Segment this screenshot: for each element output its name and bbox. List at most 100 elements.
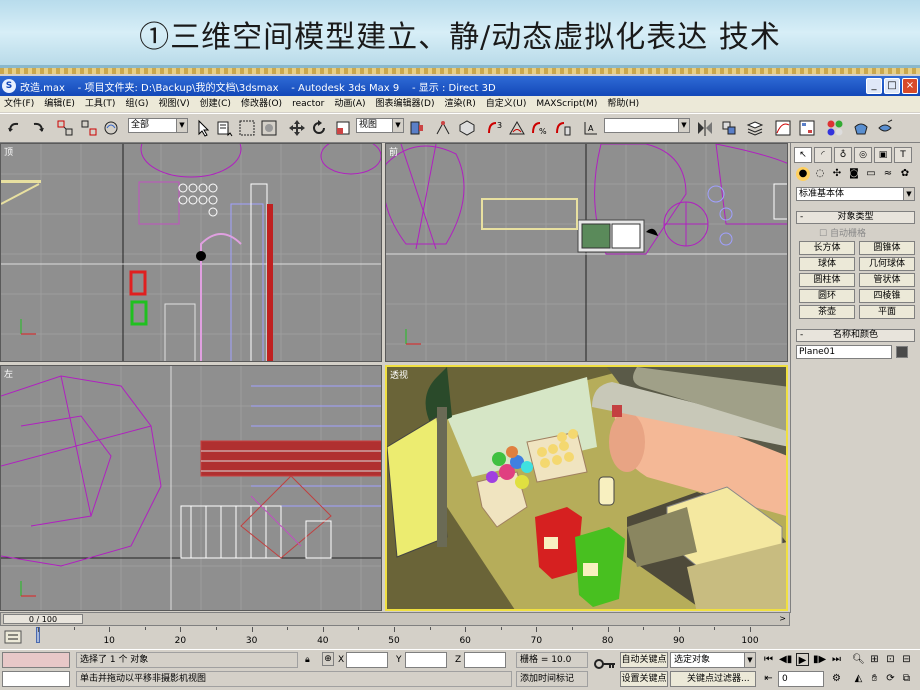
rect-region-icon[interactable] <box>238 119 256 137</box>
bind-spacewarp-icon[interactable] <box>102 119 120 137</box>
menu-reactor[interactable]: reactor <box>292 96 324 112</box>
play-icon[interactable]: ▶ <box>796 653 809 666</box>
named-selection-dropdown[interactable]: ▼ <box>604 118 690 133</box>
next-frame-icon[interactable]: ▮▶ <box>813 653 826 666</box>
align-icon[interactable] <box>720 119 738 137</box>
select-by-name-icon[interactable] <box>216 119 234 137</box>
menu-maxscript[interactable]: MAXScript(M) <box>536 96 597 112</box>
create-tab-icon[interactable]: ↖ <box>794 147 812 163</box>
menu-file[interactable]: 文件(F) <box>4 96 34 112</box>
autogrid-checkbox[interactable]: ☐ 自动栅格 <box>819 226 920 239</box>
zoom-extents-icon[interactable]: ⊡ <box>884 653 897 666</box>
schematic-icon[interactable] <box>798 119 816 137</box>
maxscript-listener-mini[interactable] <box>2 652 70 668</box>
previous-frame-icon[interactable]: ◀▮ <box>779 653 792 666</box>
viewport-front[interactable]: 前 <box>385 143 788 362</box>
selection-filter-dropdown[interactable]: 全部 ▼ <box>128 118 188 133</box>
set-key-icon[interactable] <box>594 658 616 670</box>
mini-curve-editor-icon[interactable] <box>4 630 22 644</box>
maximize-button[interactable]: □ <box>884 78 900 94</box>
motion-tab-icon[interactable]: ◎ <box>854 147 872 163</box>
zoom-all-icon[interactable]: ⊞ <box>868 653 881 666</box>
menu-help[interactable]: 帮助(H) <box>607 96 639 112</box>
absolute-mode-icon[interactable]: ⊕ <box>322 652 334 666</box>
teapot-button[interactable]: 茶壶 <box>799 305 855 319</box>
menu-modifiers[interactable]: 修改器(O) <box>241 96 282 112</box>
time-slider-thumb[interactable]: 0 / 100 <box>3 614 83 624</box>
rotate-icon[interactable] <box>310 119 328 137</box>
keyboard-shortcut-icon[interactable] <box>458 119 476 137</box>
maxscript-input-mini[interactable] <box>2 671 70 687</box>
plane-button[interactable]: 平面 <box>859 305 915 319</box>
spacewarps-icon[interactable]: ≈ <box>881 167 895 181</box>
edit-named-sel-icon[interactable]: A <box>582 119 600 137</box>
3dsmax-app-icon[interactable]: S <box>2 79 16 93</box>
key-filters-button[interactable]: 关键点过滤器... <box>670 671 756 687</box>
cone-button[interactable]: 圆锥体 <box>859 241 915 255</box>
minimize-button[interactable]: _ <box>866 78 882 94</box>
field-of-view-icon[interactable]: ◭ <box>852 672 865 685</box>
menu-edit[interactable]: 编辑(E) <box>44 96 75 112</box>
torus-button[interactable]: 圆环 <box>799 289 855 303</box>
zoom-icon[interactable]: 🔍︎ <box>852 653 865 666</box>
menu-rendering[interactable]: 渲染(R) <box>444 96 475 112</box>
object-name-input[interactable]: Plane01 <box>796 345 892 359</box>
curve-editor-icon[interactable] <box>774 119 792 137</box>
viewport-label[interactable]: 透视 <box>390 368 408 381</box>
set-key-button[interactable]: 设置关键点 <box>620 671 668 687</box>
pyramid-button[interactable]: 四棱锥 <box>859 289 915 303</box>
viewport-perspective[interactable]: 透视 <box>385 365 788 611</box>
pan-icon[interactable]: ✋︎ <box>868 672 881 685</box>
select-link-icon[interactable] <box>56 119 74 137</box>
cylinder-button[interactable]: 圆柱体 <box>799 273 855 287</box>
menu-animation[interactable]: 动画(A) <box>334 96 365 112</box>
select-icon[interactable] <box>194 119 212 137</box>
goto-end-icon[interactable]: ⏭ <box>830 653 843 666</box>
cameras-icon[interactable]: ◙ <box>847 167 861 181</box>
arc-rotate-icon[interactable]: ⟳ <box>884 672 897 685</box>
scale-icon[interactable] <box>334 119 352 137</box>
window-titlebar[interactable]: S 改造.max - 项目文件夹: D:\Backup\我的文档\3dsmax … <box>0 76 920 96</box>
next-frame-arrow-icon[interactable]: > <box>779 614 786 623</box>
window-crossing-icon[interactable] <box>260 119 278 137</box>
menu-views[interactable]: 视图(V) <box>158 96 189 112</box>
goto-start-icon[interactable]: ⏮ <box>762 653 775 666</box>
current-frame-field[interactable]: 0 <box>778 671 824 687</box>
viewport-left[interactable]: 左 <box>0 365 382 611</box>
systems-icon[interactable]: ✿ <box>898 167 912 181</box>
unlink-icon[interactable] <box>80 119 98 137</box>
mirror-icon[interactable] <box>696 119 714 137</box>
track-bar[interactable]: 10 20 30 40 50 60 70 80 90 100 <box>0 627 790 649</box>
geometry-icon[interactable]: ● <box>796 167 810 181</box>
render-scene-icon[interactable] <box>852 119 870 137</box>
viewport-top[interactable]: 顶 <box>0 143 382 362</box>
tube-button[interactable]: 管状体 <box>859 273 915 287</box>
move-icon[interactable] <box>288 119 306 137</box>
menu-tools[interactable]: 工具(T) <box>85 96 116 112</box>
z-coordinate-field[interactable] <box>464 652 506 668</box>
manipulate-icon[interactable] <box>434 119 452 137</box>
viewport-label[interactable]: 左 <box>4 367 13 380</box>
close-button[interactable]: × <box>902 78 918 94</box>
time-config-icon[interactable]: ⚙ <box>830 672 843 685</box>
add-time-tag[interactable]: 添加时间标记 <box>516 671 588 687</box>
geosphere-button[interactable]: 几何球体 <box>859 257 915 271</box>
lock-selection-icon[interactable]: 🔒︎ <box>305 652 310 668</box>
menu-group[interactable]: 组(G) <box>125 96 148 112</box>
menu-create[interactable]: 创建(C) <box>200 96 231 112</box>
spinner-snap-icon[interactable] <box>554 119 572 137</box>
menu-customize[interactable]: 自定义(U) <box>486 96 527 112</box>
maximize-viewport-icon[interactable]: ⧉ <box>900 672 913 685</box>
display-tab-icon[interactable]: ▣ <box>874 147 892 163</box>
name-color-rollout[interactable]: - 名称和颜色 <box>796 329 915 342</box>
percent-snap-icon[interactable]: % <box>530 119 548 137</box>
box-button[interactable]: 长方体 <box>799 241 855 255</box>
viewport-label[interactable]: 前 <box>389 145 398 158</box>
category-dropdown[interactable]: 标准基本体 ▼ <box>796 187 915 201</box>
helpers-icon[interactable]: ▭ <box>864 167 878 181</box>
reference-coord-dropdown[interactable]: 视图 ▼ <box>356 118 404 133</box>
key-mode-dropdown[interactable]: 选定对象 ▼ <box>670 652 756 668</box>
sphere-button[interactable]: 球体 <box>799 257 855 271</box>
utilities-tab-icon[interactable]: T <box>894 147 912 163</box>
x-coordinate-field[interactable] <box>346 652 388 668</box>
